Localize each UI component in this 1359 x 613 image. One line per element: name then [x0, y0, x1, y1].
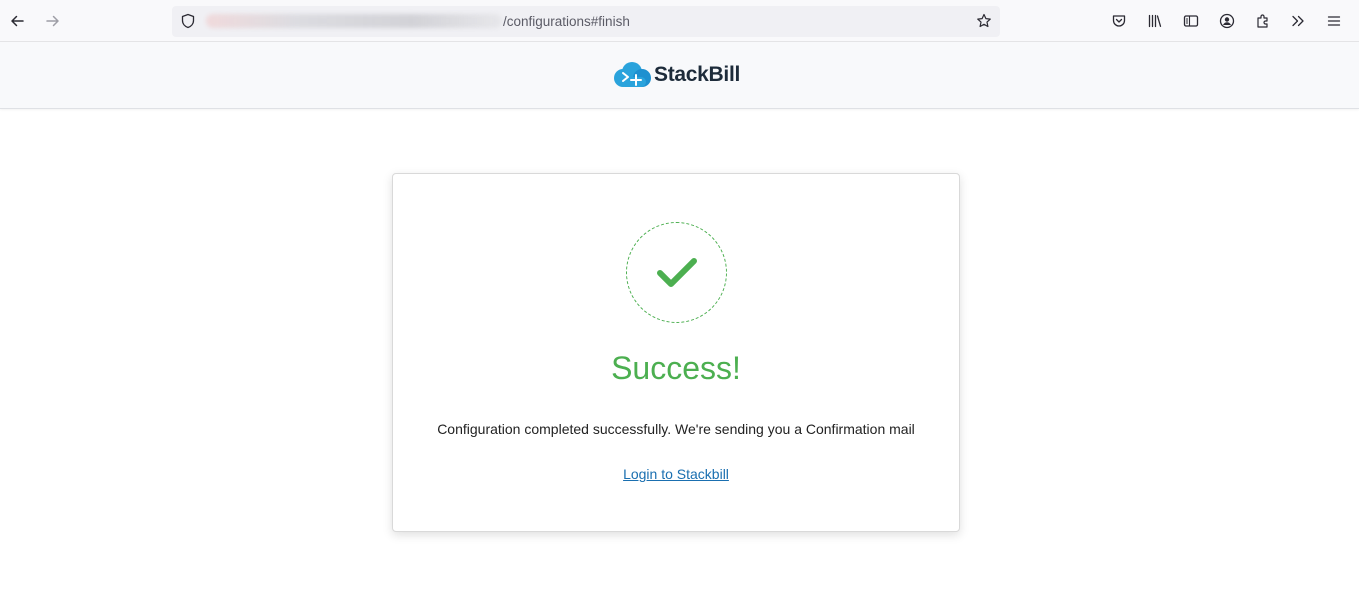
url-host-redacted	[206, 14, 502, 28]
address-bar[interactable]: /configurations#finish	[172, 6, 1000, 37]
url-path: /configurations#finish	[503, 14, 630, 29]
sidebar-button[interactable]	[1177, 7, 1205, 35]
cloud-logo-icon	[614, 62, 651, 87]
checkmark-icon	[656, 257, 697, 287]
shield-icon[interactable]	[180, 13, 196, 29]
login-link[interactable]: Login to Stackbill	[623, 466, 729, 482]
extensions-button[interactable]	[1249, 7, 1277, 35]
menu-icon	[1327, 16, 1341, 26]
library-button[interactable]	[1141, 7, 1169, 35]
stackbill-logo[interactable]: StackBill	[612, 61, 740, 89]
browser-toolbar: /configurations#finish	[0, 0, 1359, 42]
logo-text: StackBill	[654, 63, 741, 86]
forward-arrow-icon	[46, 15, 59, 27]
menu-button[interactable]	[1320, 7, 1348, 35]
extensions-icon	[1257, 14, 1268, 28]
success-title: Success!	[611, 350, 741, 386]
forward-button[interactable]	[39, 7, 67, 35]
success-icon-circle	[626, 222, 727, 323]
overflow-icon	[1292, 15, 1304, 27]
pocket-button[interactable]	[1105, 7, 1133, 35]
library-icon	[1148, 14, 1162, 28]
login-link-container: Login to Stackbill	[393, 465, 959, 483]
success-message: Configuration completed successfully. We…	[437, 421, 915, 437]
account-button[interactable]	[1213, 7, 1241, 35]
account-icon	[1219, 13, 1235, 29]
app-header: StackBill	[0, 42, 1359, 109]
pocket-icon	[1112, 15, 1126, 27]
star-icon[interactable]	[976, 13, 992, 29]
back-button[interactable]	[3, 7, 31, 35]
overflow-button[interactable]	[1284, 7, 1312, 35]
sidebar-icon	[1183, 15, 1199, 27]
back-arrow-icon	[11, 15, 24, 27]
success-card: Success! Configuration completed success…	[392, 173, 960, 532]
